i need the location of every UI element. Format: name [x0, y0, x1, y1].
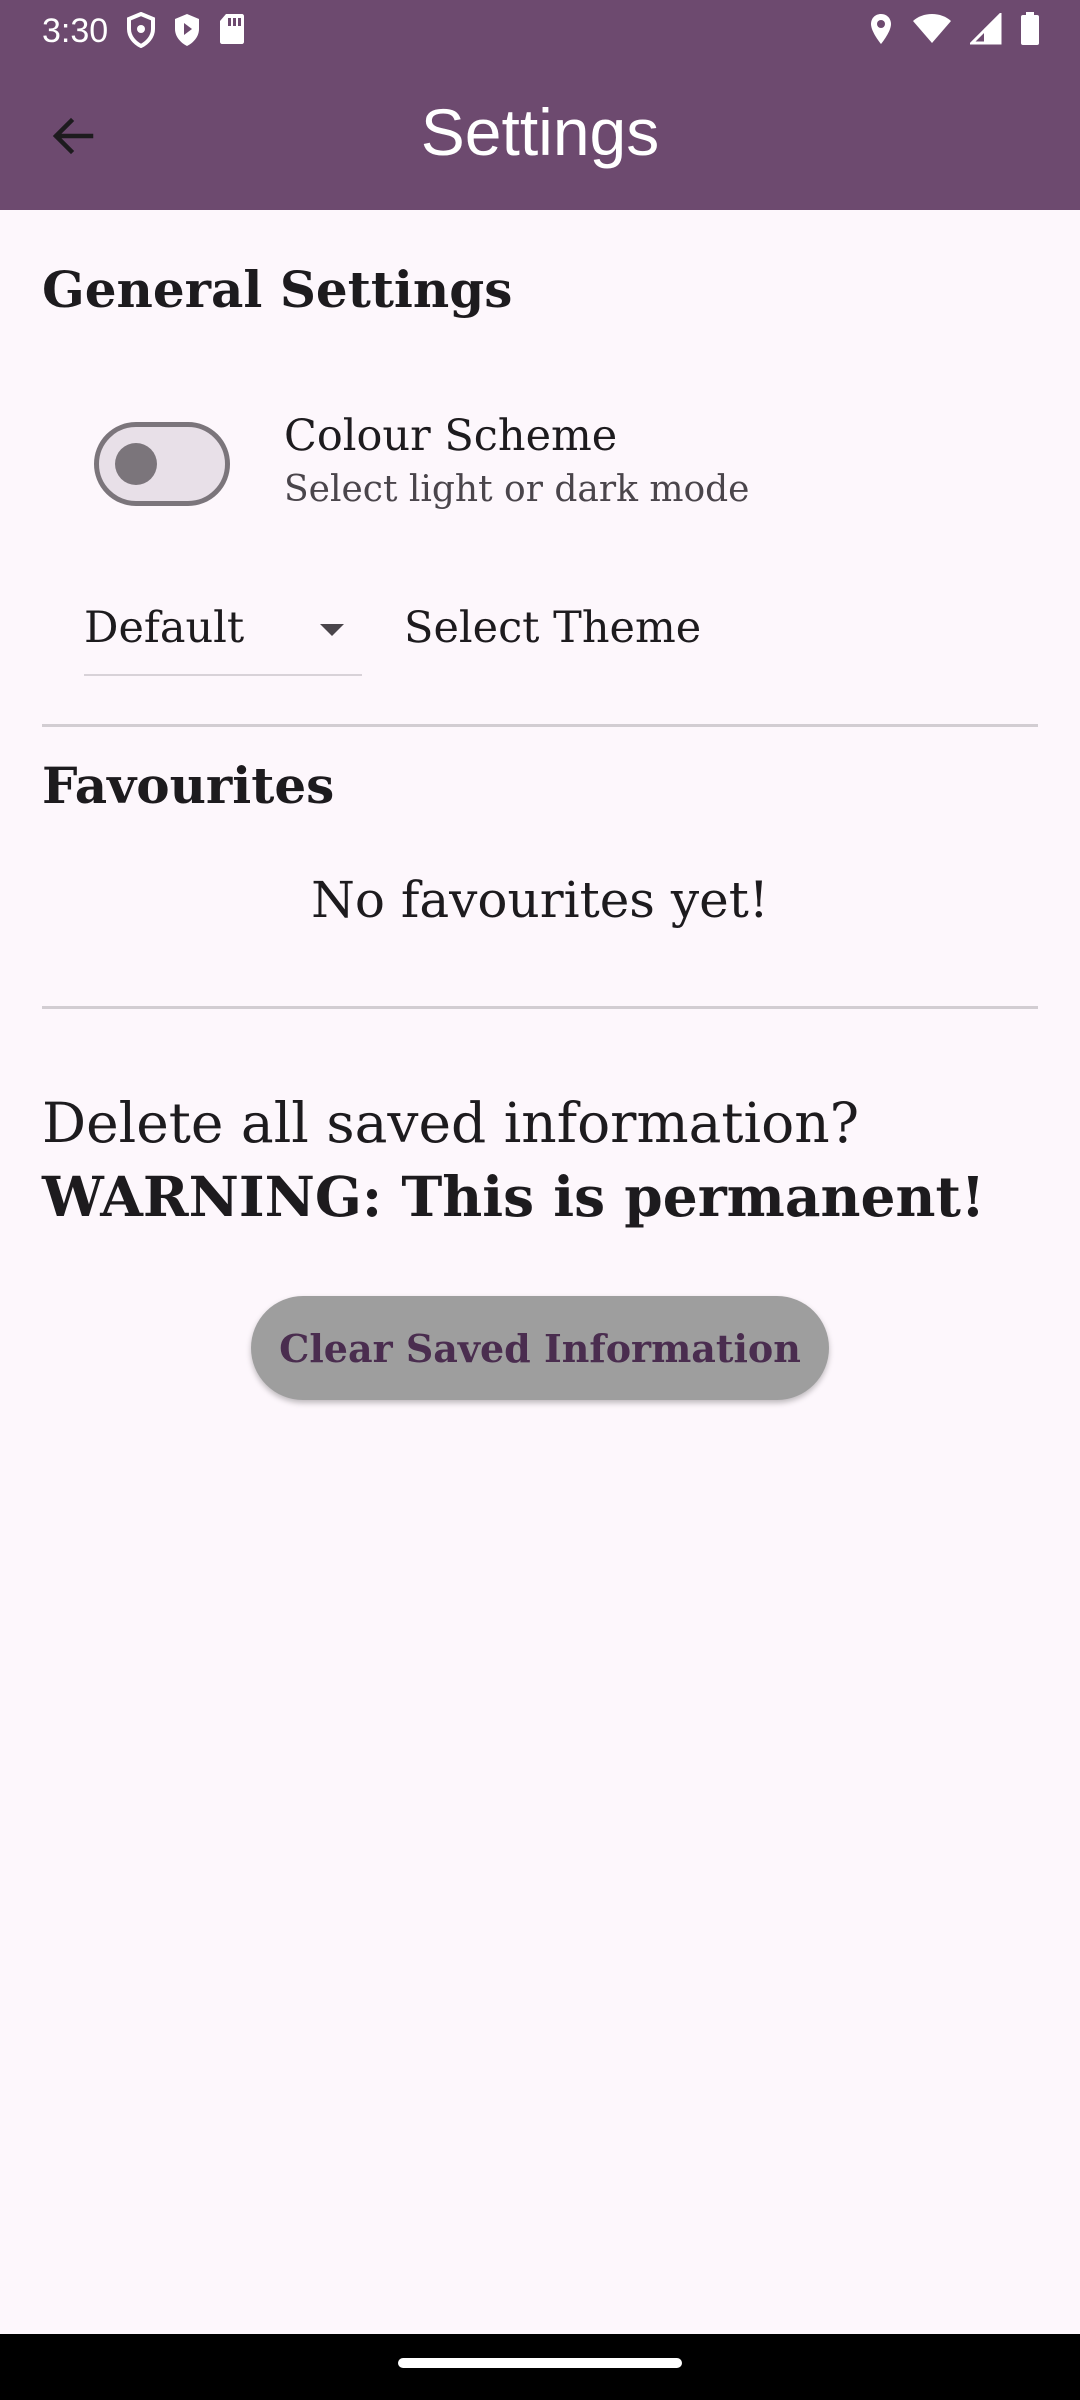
section-divider	[42, 724, 1038, 727]
clear-saved-information-button[interactable]: Clear Saved Information	[251, 1296, 829, 1400]
navigation-bar	[0, 2334, 1080, 2400]
status-icons-left	[126, 12, 246, 48]
select-theme-label: Select Theme	[404, 603, 702, 653]
favourites-heading: Favourites	[42, 756, 335, 815]
dropdown-arrow-icon	[318, 622, 346, 642]
app-bar: Settings	[0, 62, 1080, 210]
cellular-signal-icon	[970, 13, 1002, 45]
status-bar: 3:30	[0, 0, 1080, 62]
colour-scheme-switch[interactable]	[94, 422, 230, 506]
delete-prompt: Delete all saved information?	[42, 1091, 860, 1155]
delete-warning: WARNING: This is permanent!	[42, 1164, 986, 1229]
home-gesture-handle[interactable]	[398, 2358, 682, 2368]
battery-icon	[1020, 12, 1040, 46]
wifi-icon	[912, 13, 952, 45]
switch-thumb	[115, 443, 157, 485]
sd-card-icon	[218, 12, 246, 48]
status-time: 3:30	[42, 12, 109, 50]
location-pin-icon	[868, 12, 894, 46]
colour-scheme-subtitle: Select light or dark mode	[284, 469, 750, 510]
shield-play-icon	[172, 12, 202, 48]
theme-dropdown-value: Default	[84, 603, 245, 653]
shield-outline-icon	[126, 12, 156, 48]
general-settings-heading: General Settings	[42, 260, 513, 319]
theme-dropdown[interactable]: Default	[84, 596, 362, 676]
page-title: Settings	[420, 95, 660, 169]
section-divider	[42, 1006, 1038, 1009]
favourites-empty-message: No favourites yet!	[311, 871, 769, 929]
colour-scheme-title: Colour Scheme	[284, 411, 618, 461]
status-icons-right	[868, 12, 1040, 46]
